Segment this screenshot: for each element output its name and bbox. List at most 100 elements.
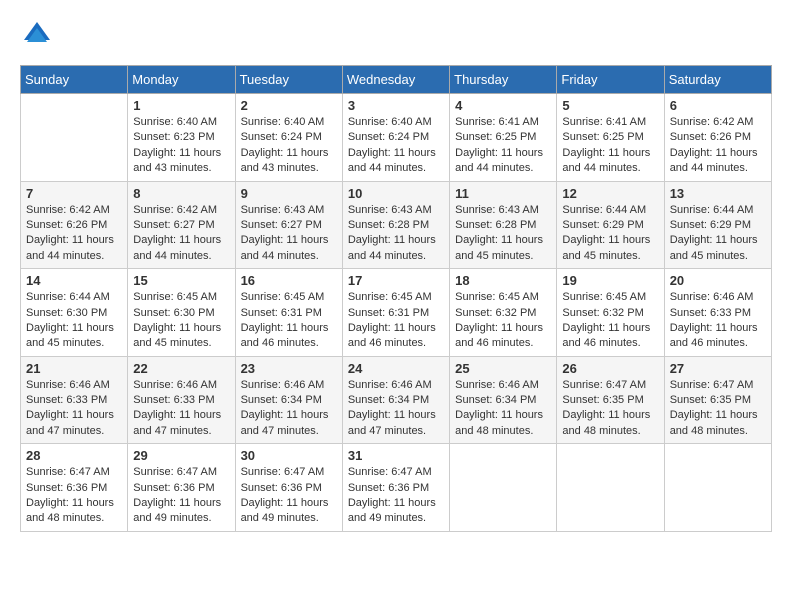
calendar-cell: 20 Sunrise: 6:46 AMSunset: 6:33 PMDayligh… (664, 269, 771, 357)
calendar-cell: 28Sunrise: 6:47 AMSunset: 6:36 PMDayligh… (21, 444, 128, 532)
weekday-header: Thursday (450, 66, 557, 94)
calendar-cell (21, 94, 128, 182)
day-detail: Sunrise: 6:46 AMSunset: 6:33 PMDaylight:… (133, 378, 229, 440)
day-detail: Sunrise: 6:40 AMSunset: 6:24 PMDaylight:… (348, 115, 444, 177)
day-number: 30 (241, 448, 337, 463)
day-number: 14 (26, 273, 122, 288)
day-number: 27 (670, 361, 766, 376)
day-number: 9 (241, 186, 337, 201)
day-detail: Sunrise: 6:46 AMSunset: 6:33 PMDaylight:… (670, 290, 766, 352)
calendar-cell (450, 444, 557, 532)
day-number: 22 (133, 361, 229, 376)
calendar-cell: 26 Sunrise: 6:47 AMSunset: 6:35 PMDayligh… (557, 356, 664, 444)
day-number: 5 (562, 98, 658, 113)
day-detail: Sunrise: 6:45 AMSunset: 6:32 PMDaylight:… (562, 290, 658, 352)
calendar-cell: 25 Sunrise: 6:46 AMSunset: 6:34 PMDayligh… (450, 356, 557, 444)
weekday-header: Wednesday (342, 66, 449, 94)
day-detail: Sunrise: 6:42 AMSunset: 6:27 PMDaylight:… (133, 203, 229, 265)
calendar-week-row: 7 Sunrise: 6:42 AMSunset: 6:26 PMDaylight… (21, 181, 772, 269)
weekday-header: Sunday (21, 66, 128, 94)
calendar-cell: 29Sunrise: 6:47 AMSunset: 6:36 PMDayligh… (128, 444, 235, 532)
day-detail: Sunrise: 6:43 AMSunset: 6:27 PMDaylight:… (241, 203, 337, 265)
calendar-cell: 16 Sunrise: 6:45 AMSunset: 6:31 PMDayligh… (235, 269, 342, 357)
calendar-cell: 4 Sunrise: 6:41 AMSunset: 6:25 PMDaylight… (450, 94, 557, 182)
calendar-cell: 24 Sunrise: 6:46 AMSunset: 6:34 PMDayligh… (342, 356, 449, 444)
day-number: 24 (348, 361, 444, 376)
day-detail: Sunrise: 6:46 AMSunset: 6:34 PMDaylight:… (455, 378, 551, 440)
calendar-table: SundayMondayTuesdayWednesdayThursdayFrid… (20, 65, 772, 532)
calendar-cell: 21Sunrise: 6:46 AMSunset: 6:33 PMDayligh… (21, 356, 128, 444)
calendar-cell: 2 Sunrise: 6:40 AMSunset: 6:24 PMDaylight… (235, 94, 342, 182)
day-number: 12 (562, 186, 658, 201)
calendar-cell: 1Sunrise: 6:40 AMSunset: 6:23 PMDaylight… (128, 94, 235, 182)
day-detail: Sunrise: 6:45 AMSunset: 6:32 PMDaylight:… (455, 290, 551, 352)
calendar-cell: 13 Sunrise: 6:44 AMSunset: 6:29 PMDayligh… (664, 181, 771, 269)
day-number: 2 (241, 98, 337, 113)
calendar-cell (664, 444, 771, 532)
calendar-cell: 11 Sunrise: 6:43 AMSunset: 6:28 PMDayligh… (450, 181, 557, 269)
calendar-week-row: 21 Sunrise: 6:46 AMSunset: 6:33 PMDayligh… (21, 356, 772, 444)
calendar-cell: 18Sunrise: 6:45 AMSunset: 6:32 PMDayligh… (450, 269, 557, 357)
day-detail: Sunrise: 6:46 AMSunset: 6:34 PMDaylight:… (348, 378, 444, 440)
calendar-cell: 9 Sunrise: 6:43 AMSunset: 6:27 PMDaylight… (235, 181, 342, 269)
calendar-week-row: 28 Sunrise: 6:47 AMSunset: 6:36 PMDayligh… (21, 444, 772, 532)
calendar-cell (557, 444, 664, 532)
day-detail: Sunrise: 6:42 AMSunset: 6:26 PMDaylight:… (670, 115, 766, 177)
calendar-cell: 15 Sunrise: 6:45 AMSunset: 6:30 PMDayligh… (128, 269, 235, 357)
day-detail: Sunrise: 6:42 AMSunset: 6:26 PMDaylight:… (26, 203, 122, 265)
day-number: 16 (241, 273, 337, 288)
calendar-cell: 27 Sunrise: 6:47 AMSunset: 6:35 PMDayligh… (664, 356, 771, 444)
day-number: 31 (348, 448, 444, 463)
calendar-cell: 6 Sunrise: 6:42 AMSunset: 6:26 PMDaylight… (664, 94, 771, 182)
day-detail: Sunrise: 6:46 AMSunset: 6:34 PMDaylight:… (241, 378, 337, 440)
weekday-header: Friday (557, 66, 664, 94)
day-detail: Sunrise: 6:40 AMSunset: 6:24 PMDaylight:… (241, 115, 337, 177)
day-detail: Sunrise: 6:47 AMSunset: 6:36 PMDaylight:… (241, 465, 337, 527)
weekday-header: Tuesday (235, 66, 342, 94)
day-number: 25 (455, 361, 551, 376)
day-detail: Sunrise: 6:45 AMSunset: 6:30 PMDaylight:… (133, 290, 229, 352)
day-number: 3 (348, 98, 444, 113)
day-number: 28 (26, 448, 122, 463)
day-number: 6 (670, 98, 766, 113)
day-detail: Sunrise: 6:40 AMSunset: 6:23 PMDaylight:… (133, 115, 229, 177)
day-number: 7 (26, 186, 122, 201)
day-number: 17 (348, 273, 444, 288)
calendar-cell: 17 Sunrise: 6:45 AMSunset: 6:31 PMDayligh… (342, 269, 449, 357)
day-number: 8 (133, 186, 229, 201)
day-number: 15 (133, 273, 229, 288)
calendar-cell: 30 Sunrise: 6:47 AMSunset: 6:36 PMDayligh… (235, 444, 342, 532)
weekday-header: Saturday (664, 66, 771, 94)
weekday-header-row: SundayMondayTuesdayWednesdayThursdayFrid… (21, 66, 772, 94)
day-number: 23 (241, 361, 337, 376)
day-detail: Sunrise: 6:44 AMSunset: 6:30 PMDaylight:… (26, 290, 122, 352)
day-number: 21 (26, 361, 122, 376)
day-number: 19 (562, 273, 658, 288)
day-number: 4 (455, 98, 551, 113)
calendar-week-row: 1Sunrise: 6:40 AMSunset: 6:23 PMDaylight… (21, 94, 772, 182)
day-detail: Sunrise: 6:43 AMSunset: 6:28 PMDaylight:… (348, 203, 444, 265)
logo-icon (22, 20, 52, 50)
weekday-header: Monday (128, 66, 235, 94)
logo (20, 20, 52, 55)
calendar-cell: 12 Sunrise: 6:44 AMSunset: 6:29 PMDayligh… (557, 181, 664, 269)
calendar-cell: 5 Sunrise: 6:41 AMSunset: 6:25 PMDaylight… (557, 94, 664, 182)
day-detail: Sunrise: 6:41 AMSunset: 6:25 PMDaylight:… (455, 115, 551, 177)
day-number: 11 (455, 186, 551, 201)
day-detail: Sunrise: 6:47 AMSunset: 6:35 PMDaylight:… (562, 378, 658, 440)
day-number: 26 (562, 361, 658, 376)
page-header (20, 20, 772, 55)
day-detail: Sunrise: 6:44 AMSunset: 6:29 PMDaylight:… (670, 203, 766, 265)
calendar-cell: 19 Sunrise: 6:45 AMSunset: 6:32 PMDayligh… (557, 269, 664, 357)
day-number: 29 (133, 448, 229, 463)
day-number: 20 (670, 273, 766, 288)
day-detail: Sunrise: 6:45 AMSunset: 6:31 PMDaylight:… (241, 290, 337, 352)
day-number: 10 (348, 186, 444, 201)
calendar-cell: 23 Sunrise: 6:46 AMSunset: 6:34 PMDayligh… (235, 356, 342, 444)
day-number: 13 (670, 186, 766, 201)
day-detail: Sunrise: 6:45 AMSunset: 6:31 PMDaylight:… (348, 290, 444, 352)
day-detail: Sunrise: 6:41 AMSunset: 6:25 PMDaylight:… (562, 115, 658, 177)
day-detail: Sunrise: 6:44 AMSunset: 6:29 PMDaylight:… (562, 203, 658, 265)
day-detail: Sunrise: 6:47 AMSunset: 6:35 PMDaylight:… (670, 378, 766, 440)
day-detail: Sunrise: 6:43 AMSunset: 6:28 PMDaylight:… (455, 203, 551, 265)
